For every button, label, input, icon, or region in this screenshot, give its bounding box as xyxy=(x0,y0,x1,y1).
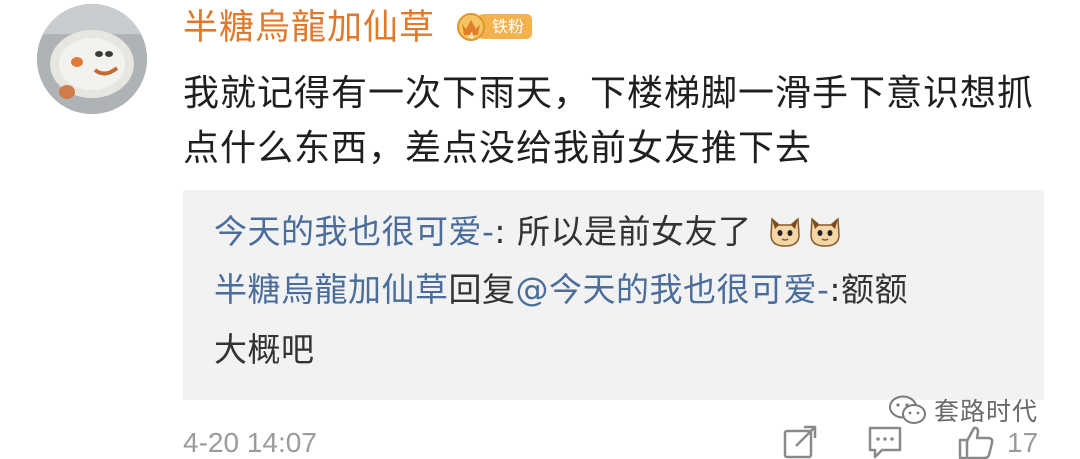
share-icon[interactable] xyxy=(782,424,818,459)
like-count: 17 xyxy=(1007,427,1039,458)
fan-badge-label: 铁粉 xyxy=(478,14,532,39)
reply-author[interactable]: 今天的我也很可爱- xyxy=(214,212,494,251)
watermark-text: 套路时代 xyxy=(934,397,1039,426)
comment-text: 我就记得有一次下雨天，下楼梯脚一滑手下意识想抓点什么东西，差点没给我前女友推下去 xyxy=(183,73,1035,169)
thumbs-up-icon[interactable] xyxy=(956,424,996,459)
comment-timestamp: 4-20 14:07 xyxy=(183,427,317,458)
reply-separator: : xyxy=(494,212,518,251)
comment-icon[interactable] xyxy=(866,424,904,459)
cat-face-emoji-icon xyxy=(809,217,840,247)
reply-item: 半糖烏龍加仙草回复@今天的我也很可爱-:额额 xyxy=(214,260,908,320)
wechat-icon xyxy=(889,395,926,424)
crown-icon: 4 xyxy=(457,13,485,42)
avatar[interactable] xyxy=(37,4,147,114)
watermark: 套路时代 xyxy=(888,392,1038,428)
reply-mention[interactable]: @今天的我也很可爱- xyxy=(516,270,830,309)
cat-face-emoji-icon xyxy=(769,217,800,247)
comment-username[interactable]: 半糖烏龍加仙草 xyxy=(183,8,435,48)
reply-author[interactable]: 半糖烏龍加仙草 xyxy=(214,270,449,309)
reply-item: 今天的我也很可爱-: 所以是前女友了 xyxy=(214,202,843,262)
avatar-image xyxy=(37,4,147,114)
svg-text:4: 4 xyxy=(468,32,474,42)
weibo-comment-card: 半糖烏龍加仙草 铁粉 4 我就记得有一次下雨天，下楼梯脚一滑手下意识想抓点什么东… xyxy=(0,0,1080,459)
fan-badge: 铁粉 4 xyxy=(456,9,534,43)
replies-box[interactable]: 今天的我也很可爱-: 所以是前女友了 半糖烏龍加仙草回复@今天的我也很可爱-:额… xyxy=(183,190,1044,400)
reply-text: 所以是前女友了 xyxy=(517,212,752,251)
reply-word: 回复 xyxy=(448,270,516,309)
reply-text-continued: 大概吧 xyxy=(214,330,315,369)
reply-text: :额额 xyxy=(829,270,909,309)
